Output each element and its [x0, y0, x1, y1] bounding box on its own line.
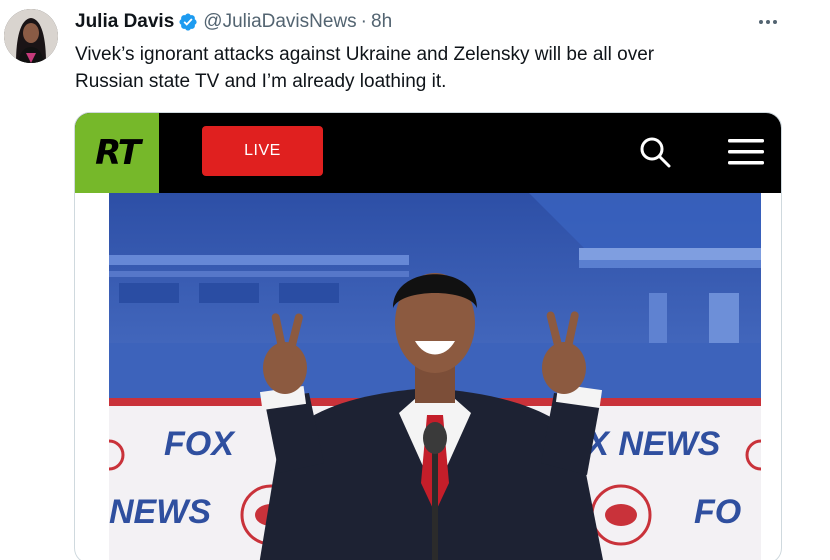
search-icon[interactable]: [638, 135, 672, 169]
news-photo: FOX FOX NEWS NEWS FO: [109, 193, 761, 560]
verified-badge-icon[interactable]: [178, 12, 198, 32]
debate-stage-image: FOX FOX NEWS NEWS FO: [109, 193, 761, 560]
live-button[interactable]: LIVE: [202, 126, 323, 176]
more-options-icon[interactable]: [757, 12, 779, 32]
rt-header-bar: RT LIVE: [75, 113, 781, 193]
news-logo-left: NEWS: [109, 493, 211, 531]
tweet-media[interactable]: RT LIVE FOX FOX NEWS NEWS FO: [74, 112, 782, 560]
tweet-text-line-1: Vivek’s ignorant attacks against Ukraine…: [75, 44, 655, 65]
menu-icon[interactable]: [726, 135, 766, 169]
tweet-header: Julia Davis @JuliaDavisNews · 8h: [75, 10, 392, 34]
rt-logo: RT: [75, 113, 159, 193]
fox-logo-right: FO: [694, 493, 741, 531]
separator-dot: ·: [360, 11, 367, 32]
author-name[interactable]: Julia Davis: [75, 11, 174, 33]
tweet-text-line-2: Russian state TV and I’m already loathin…: [75, 71, 447, 92]
author-handle[interactable]: @JuliaDavisNews: [203, 11, 356, 33]
avatar[interactable]: [4, 9, 58, 63]
fox-logo-left: FOX: [164, 425, 236, 463]
avatar-image: [4, 9, 58, 63]
timestamp[interactable]: 8h: [371, 11, 392, 33]
tweet-text: Vivek’s ignorant attacks against Ukraine…: [75, 41, 775, 95]
tweet[interactable]: Julia Davis @JuliaDavisNews · 8h Vivek’s…: [0, 0, 830, 560]
